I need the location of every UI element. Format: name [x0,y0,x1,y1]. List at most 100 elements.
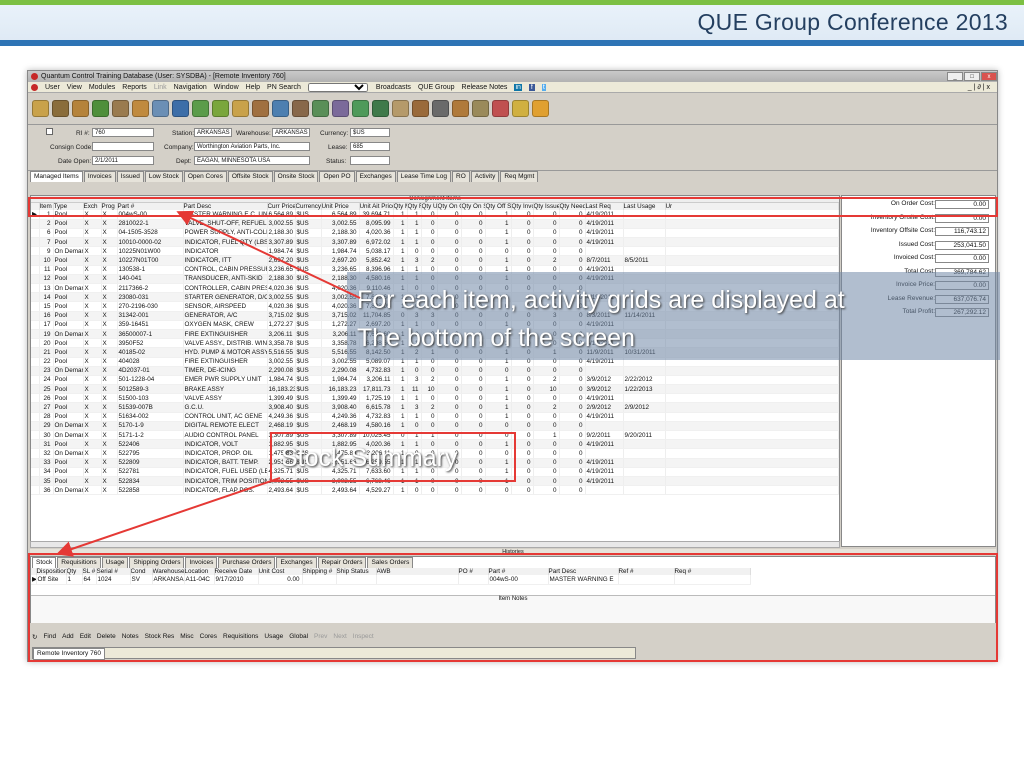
broadcasts-link[interactable]: Broadcasts [376,84,411,91]
module-icon-26[interactable] [532,100,549,117]
table-cell: 522781 [117,467,184,477]
module-icon-17[interactable] [352,100,369,117]
table-row[interactable]: 2 Pool X X 2810022-1 VALVE, SHUT-OFF, REFUEL 3… [31,219,839,229]
lease-field[interactable]: 685 [350,142,390,151]
module-icon-14[interactable] [292,100,309,117]
tab-activity[interactable]: Activity [470,171,500,182]
tab-open-po[interactable]: Open PO [319,171,355,182]
module-icon-11[interactable] [232,100,249,117]
module-icon-2[interactable] [52,100,69,117]
table-cell: $US [295,265,322,275]
module-icon-8[interactable] [172,100,189,117]
table-row[interactable]: 6 Pool X X 04-1505-3528 POWER SUPPLY, ANTI-CO… [31,228,839,239]
module-icon-7[interactable] [152,100,169,117]
row-pointer [31,384,40,395]
table-row[interactable]: 24 Pool X X 501-1228-04 EMER PWR SUPPLY UNIT 1… [31,375,839,386]
date-open-field[interactable]: 2/1/2011 [92,156,154,165]
menu-reports[interactable]: Reports [122,84,147,91]
table-cell: 0 [533,439,560,450]
table-row[interactable]: 29On DemandXX5170-1-9DIGITAL REMOTE ELEC… [31,421,839,432]
tab-ro[interactable]: RO [452,171,470,182]
mdi-window-controls[interactable]: _ | ∂ | x [968,84,990,91]
ri-field[interactable]: 760 [92,128,154,137]
module-icon-4[interactable] [92,100,109,117]
menu-link[interactable]: Link [154,84,167,91]
linkedin-icon[interactable]: in [514,83,522,91]
maximize-button[interactable]: □ [964,72,980,81]
dept-field[interactable]: EAGAN, MINNESOTA USA [194,156,310,165]
summary-value[interactable]: 116,743.12 [935,227,989,236]
tab-managed-items[interactable]: Managed Items [30,171,83,182]
table-row[interactable]: 36On DemandXX522858INDICATOR, FLAP POS.2… [31,485,839,496]
summary-value[interactable]: 0.00 [935,254,989,263]
tab-exchanges[interactable]: Exchanges [355,171,396,182]
table-cell: 0 [437,393,462,404]
close-button[interactable]: x [981,72,997,81]
table-cell: Pool [53,292,84,303]
table-cell: Pool [53,458,84,468]
module-icon-24[interactable] [492,100,509,117]
menu-modules[interactable]: Modules [89,84,115,91]
module-icon-12[interactable] [252,100,269,117]
checkbox[interactable] [46,128,53,135]
menu-help[interactable]: Help [246,84,260,91]
station-field[interactable]: ARKANSAS [194,128,232,137]
module-icon-15[interactable] [312,100,329,117]
twitter-icon[interactable]: t [541,83,546,91]
que-group-link[interactable]: QUE Group [418,84,455,91]
table-row[interactable]: 27 Pool X X 51539-007B G.C.U. 3,908.40 $US 3,908… [31,402,839,413]
module-icon-6[interactable] [132,100,149,117]
module-icon-20[interactable] [412,100,429,117]
module-icon-1[interactable] [32,100,49,117]
tab-offsite-stock[interactable]: Offsite Stock [227,171,273,182]
table-cell: X [101,384,118,395]
module-icon-21[interactable] [432,100,449,117]
module-icon-22[interactable] [452,100,469,117]
tab-req-mgmt[interactable]: Req Mgmt [500,171,539,182]
table-cell: 2,290.08 [321,366,360,376]
table-cell: X [101,393,118,404]
currency-field[interactable]: $US [350,128,390,137]
consign-code-field[interactable] [92,142,154,151]
company-field[interactable]: Worthington Aviation Parts, Inc. [194,142,310,151]
menu-user[interactable]: User [45,84,60,91]
warehouse-field[interactable]: ARKANSAS [272,128,310,137]
menu-window[interactable]: Window [214,84,239,91]
module-icon-18[interactable] [372,100,389,117]
module-icon-5[interactable] [112,100,129,117]
facebook-icon[interactable]: f [528,83,535,91]
tab-onsite-stock[interactable]: Onsite Stock [273,171,319,182]
module-icon-25[interactable] [512,100,529,117]
table-row[interactable]: 10 Pool X X 10227N01T00 INDICATOR, ITT 2,697.2… [31,255,839,266]
module-icon-23[interactable] [472,100,489,117]
release-notes-link[interactable]: Release Notes [462,84,508,91]
tab-lease-time-log[interactable]: Lease Time Log [396,171,452,182]
table-row[interactable]: 7 Pool X X 10010-0000-02 INDICATOR, FUEL QTY … [31,237,839,248]
pn-search-select[interactable] [307,82,368,92]
menu-navigation[interactable]: Navigation [174,84,207,91]
module-icon-19[interactable] [392,100,409,117]
module-icon-9[interactable] [192,100,209,117]
table-row[interactable]: 23On DemandXX4D2037-01TIMER, DE-ICING2,2… [31,366,839,376]
grid-horizontal-scrollbar[interactable] [30,541,840,548]
table-row[interactable]: 25 Pool X X 5012589-3 BRAKE ASSY 16,183.23 $US 1… [31,384,839,395]
module-icon-13[interactable] [272,100,289,117]
module-icon-10[interactable] [212,100,229,117]
tab-low-stock[interactable]: Low Stock [144,171,183,182]
table-row[interactable]: 9On DemandXX10225N01W00INDICATOR1,984.74… [31,246,839,257]
table-row[interactable]: 26 Pool X X 51500-103 VALVE ASSY 1,399.49 $US 1,… [31,393,839,404]
table-cell: 0 [533,366,560,376]
module-icon-16[interactable] [332,100,349,117]
summary-value[interactable]: 253,041.50 [935,240,989,250]
tab-issued[interactable]: Issued [116,171,144,182]
module-icon-3[interactable] [72,100,89,117]
menu-view[interactable]: View [67,84,82,91]
table-row[interactable]: 28 Pool X X 51634-002 CONTROL UNIT, AC GENE 4,… [31,412,839,422]
status-field[interactable] [350,156,390,165]
table-cell: 1 [393,375,408,386]
tab-open-cores[interactable]: Open Cores [183,171,227,182]
summary-label: Issued Cost: [898,240,935,248]
tab-invoices[interactable]: Invoices [83,171,116,182]
minimize-button[interactable]: _ [947,72,963,81]
table-cell: 0 [461,246,486,257]
